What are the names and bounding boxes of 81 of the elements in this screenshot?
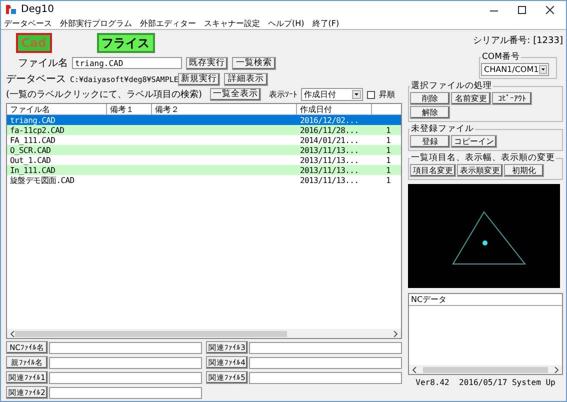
menu-item[interactable]: スキャナー設定: [204, 18, 260, 29]
menu-item[interactable]: 終了(F): [312, 18, 340, 29]
related-file-field[interactable]: [49, 386, 202, 398]
action-button[interactable]: 解除: [410, 106, 450, 119]
table-cell-text: 1: [385, 156, 392, 164]
date-cell-text: 2013/11/13...: [299, 166, 360, 174]
serial-number: シリアル番号: [1233]: [473, 34, 563, 47]
run-existing-button[interactable]: 既存実行: [186, 56, 228, 70]
details-button[interactable]: 詳細表示: [224, 72, 268, 86]
file-name-field[interactable]: triang.CAD: [72, 57, 182, 69]
action-button[interactable]: 名前変更: [451, 92, 491, 105]
related-file-field[interactable]: [249, 356, 402, 368]
window-title: Deg10: [21, 4, 55, 15]
file-row[interactable]: triang.CAD 2016/12/02...: [7, 115, 401, 125]
date-cell-text: 2013/11/13...: [299, 146, 360, 154]
close-icon[interactable]: [546, 6, 554, 14]
maximize-icon[interactable]: [518, 6, 526, 14]
group-title: 一覧項目名、表示幅、表示順の変更: [410, 152, 556, 164]
scroll-right-icon[interactable]: [393, 330, 398, 336]
table-cell-text: 1: [385, 146, 392, 154]
run-new-button[interactable]: 新規実行: [178, 72, 220, 86]
date-cell-text: 2013/11/13...: [299, 156, 360, 164]
action-button[interactable]: ｺﾋﾟｰｱｳﾄ: [492, 92, 532, 105]
mode-button[interactable]: フライス: [96, 33, 154, 53]
list-hint: (一覧のラベルクリックにて、ラベル項目の検索): [6, 88, 204, 101]
ascending-checkbox[interactable]: [367, 90, 375, 98]
related-file-field[interactable]: [49, 342, 202, 354]
file-name-cell-text: Out_1.CAD: [9, 156, 52, 164]
sort-label: 表示ｿｰﾄ: [269, 89, 297, 100]
file-name-cell-text: fa-11cp2.CAD: [9, 126, 66, 134]
table-cell-text: 1: [385, 166, 392, 174]
file-name-label: ファイル名: [18, 57, 68, 70]
action-button[interactable]: 削除: [410, 92, 450, 105]
file-name-cell-text: 旋盤デモ図面.CAD: [9, 175, 76, 186]
action-button[interactable]: 登録: [410, 135, 450, 148]
related-file-field[interactable]: [49, 356, 202, 368]
center-dot: [482, 240, 488, 246]
sort-select[interactable]: 作成日付: [301, 88, 363, 101]
file-row[interactable]: O_SCR.CAD 2013/11/13... 1: [7, 145, 401, 155]
group-title: 選択ファイルの処理: [410, 80, 493, 92]
action-button[interactable]: コピーイン: [451, 135, 497, 148]
nc-data-header: NCデータ: [409, 294, 562, 306]
com-title: COM番号: [481, 51, 521, 63]
scroll-right-icon[interactable]: [554, 366, 559, 372]
horizontal-scrollbar[interactable]: [409, 365, 562, 374]
menu-item[interactable]: データベース: [4, 18, 52, 29]
menu-item[interactable]: 外部実行プログラム: [60, 18, 132, 29]
dropdown-caret-icon[interactable]: [538, 65, 547, 74]
date-cell-text: 2013/11/13...: [299, 176, 360, 185]
date-cell-text: 2016/12/02...: [299, 116, 360, 124]
table-cell-text: 1: [385, 176, 392, 185]
file-row[interactable]: fa-11cp2.CAD 2016/11/28... 1: [7, 125, 401, 135]
related-file-field[interactable]: [249, 342, 402, 354]
file-name-cell-text: In_111.CAD: [9, 166, 56, 174]
scroll-left-icon[interactable]: [10, 330, 15, 336]
app-logo-icon: [5, 4, 17, 15]
file-name-cell-text: FA_111.CAD: [9, 136, 56, 144]
menu-item[interactable]: 外部エディター: [140, 18, 196, 29]
related-file-field[interactable]: [249, 372, 402, 384]
date-cell-text: 2014/01/21...: [299, 136, 360, 144]
horizontal-scrollbar[interactable]: [7, 329, 401, 338]
file-row[interactable]: In_111.CAD 2013/11/13... 1: [7, 165, 401, 175]
group-title: 未登録ファイル: [410, 123, 475, 135]
table-cell-text: 1: [385, 136, 392, 144]
date-cell-text: 2016/11/28...: [299, 126, 360, 134]
action-button[interactable]: 項目名変更: [410, 164, 456, 177]
table-cell-text: 1: [385, 126, 392, 134]
related-file-field[interactable]: [49, 372, 202, 384]
list-search-button[interactable]: 一覧検索: [232, 56, 276, 70]
database-label: データベース: [6, 73, 66, 86]
show-all-button[interactable]: 一覧全表示: [210, 88, 261, 101]
file-name-cell-text: triang.CAD: [9, 116, 56, 124]
scroll-left-icon[interactable]: [412, 366, 417, 372]
file-name-cell-text: O_SCR.CAD: [9, 146, 52, 154]
action-button[interactable]: 表示順変更: [457, 164, 503, 177]
dropdown-caret-icon[interactable]: [352, 90, 361, 99]
menu-item[interactable]: ヘルプ(H): [268, 18, 304, 29]
action-button[interactable]: 初期化: [504, 164, 544, 177]
com-select[interactable]: CHAN1/COM1: [481, 63, 549, 76]
ascending-label: 昇順: [379, 89, 395, 100]
version-text: Ver8.42 2016/05/17 System Up: [414, 378, 556, 387]
